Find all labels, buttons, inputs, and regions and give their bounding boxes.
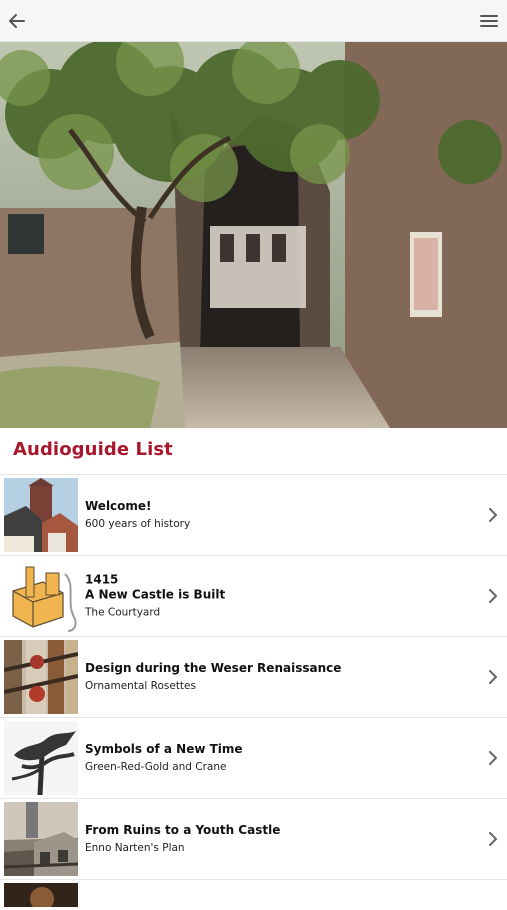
hero-image (0, 42, 507, 428)
app-header (0, 0, 507, 42)
chevron-right-icon (489, 508, 497, 522)
list-item[interactable]: From Ruins to a Youth Castle Enno Narten… (0, 799, 507, 880)
item-title: Symbols of a New Time (85, 742, 243, 756)
item-text: Design during the Weser Renaissance Orna… (85, 661, 473, 693)
item-subtitle: The Courtyard (85, 606, 161, 619)
chevron-right-icon (489, 751, 497, 765)
item-subtitle: Green-Red-Gold and Crane (85, 761, 227, 773)
list-item[interactable]: Design during the Weser Renaissance Orna… (0, 637, 507, 718)
item-text: Symbols of a New Time Green-Red-Gold and… (85, 742, 473, 774)
item-title: Welcome! (85, 499, 152, 513)
thumbnail-image (4, 721, 78, 795)
thumbnail-image (4, 883, 78, 907)
thumbnail-image (4, 559, 78, 633)
back-arrow-icon[interactable] (5, 9, 29, 33)
list-item[interactable]: 1415 A New Castle is Built The Courtyard (0, 556, 507, 637)
item-title: From Ruins to a Youth Castle (85, 823, 281, 837)
item-subtitle: 600 years of history (85, 518, 191, 530)
chevron-right-icon (489, 670, 497, 684)
item-text: Welcome! 600 years of history (85, 499, 473, 531)
item-subtitle: Ornamental Rosettes (85, 680, 196, 692)
thumbnail-image (4, 478, 78, 552)
chevron-right-icon (489, 832, 497, 846)
item-subtitle: Enno Narten's Plan (85, 842, 185, 854)
thumbnail-image (4, 802, 78, 876)
audioguide-list: Welcome! 600 years of history 1415 A New… (0, 474, 507, 910)
item-text (85, 894, 473, 897)
item-text: 1415 A New Castle is Built The Courtyard (85, 573, 473, 620)
chevron-right-icon (489, 589, 497, 603)
item-title-line-2: A New Castle is Built (85, 587, 226, 602)
section-title: Audioguide List (13, 439, 173, 460)
list-item[interactable] (0, 880, 507, 910)
list-item[interactable]: Symbols of a New Time Green-Red-Gold and… (0, 718, 507, 799)
item-title-line-1: 1415 (85, 572, 119, 587)
hamburger-menu-icon[interactable] (477, 9, 501, 33)
thumbnail-image (4, 640, 78, 714)
item-title: Design during the Weser Renaissance (85, 661, 342, 675)
item-text: From Ruins to a Youth Castle Enno Narten… (85, 823, 473, 855)
list-item[interactable]: Welcome! 600 years of history (0, 475, 507, 556)
